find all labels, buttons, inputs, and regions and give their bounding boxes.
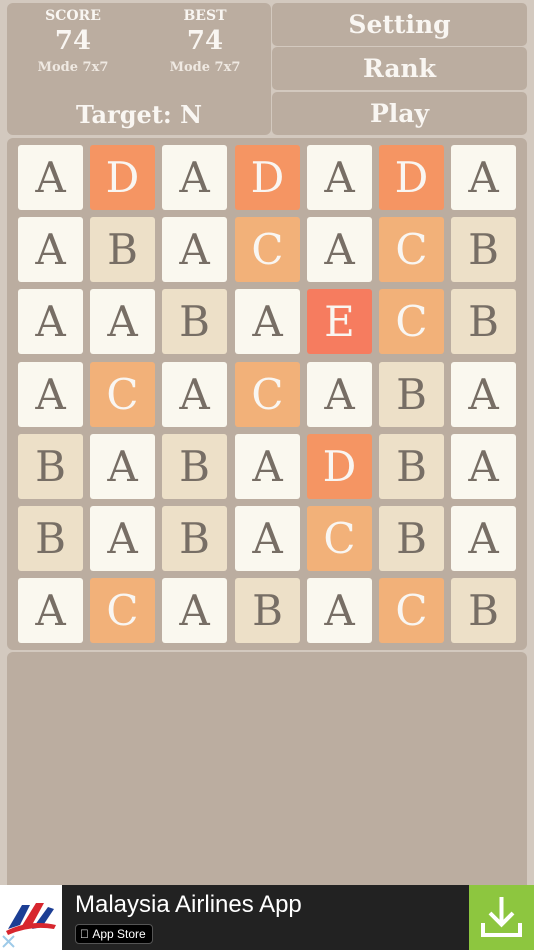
best-box: BEST 74 Mode 7x7 (139, 7, 271, 79)
tile[interactable]: D (379, 145, 444, 210)
game-board: ADADADAABACACBAABAECBACACABABABADBABABAC… (7, 138, 527, 650)
tile[interactable]: C (379, 217, 444, 282)
tile[interactable]: A (307, 362, 372, 427)
score-box: SCORE 74 Mode 7x7 (7, 7, 139, 79)
app-store-badge[interactable]:  App Store (75, 924, 153, 944)
target-label: Target: N (75, 100, 203, 129)
tile[interactable]: B (18, 434, 83, 499)
best-mode: Mode 7x7 (169, 60, 241, 75)
tile[interactable]: A (162, 217, 227, 282)
tile[interactable]: A (307, 578, 372, 643)
tile[interactable]: C (235, 362, 300, 427)
best-title: BEST (183, 8, 227, 24)
play-button[interactable]: Play (272, 92, 527, 135)
tile[interactable]: A (18, 362, 83, 427)
tile[interactable]: A (18, 217, 83, 282)
tile[interactable]: A (18, 578, 83, 643)
tile[interactable]: A (235, 506, 300, 571)
tile[interactable]: A (90, 289, 155, 354)
tile[interactable]: B (18, 506, 83, 571)
tile[interactable]: B (379, 506, 444, 571)
tile[interactable]: C (235, 217, 300, 282)
tile[interactable]: D (307, 434, 372, 499)
tile[interactable]: A (162, 362, 227, 427)
tile[interactable]: A (451, 362, 516, 427)
score-panel: SCORE 74 Mode 7x7 BEST 74 Mode 7x7 Targe… (7, 3, 271, 135)
tile[interactable]: B (90, 217, 155, 282)
best-value: 74 (186, 26, 224, 56)
tile[interactable]: B (451, 578, 516, 643)
ad-banner[interactable]: Malaysia Airlines App  App Store (0, 885, 534, 950)
ad-title[interactable]: Malaysia Airlines App (75, 889, 302, 921)
tile[interactable]: B (379, 434, 444, 499)
tile[interactable]: A (307, 145, 372, 210)
tile[interactable]: D (90, 145, 155, 210)
tile[interactable]: C (379, 578, 444, 643)
download-button[interactable] (469, 885, 534, 950)
tile[interactable]: C (307, 506, 372, 571)
app-store-label: App Store (80, 927, 145, 941)
tile[interactable]: A (90, 506, 155, 571)
tile[interactable]: A (162, 145, 227, 210)
tile[interactable]: A (235, 434, 300, 499)
tile[interactable]: C (90, 362, 155, 427)
tile[interactable]: B (451, 217, 516, 282)
tile[interactable]: A (18, 145, 83, 210)
tile[interactable]: B (162, 434, 227, 499)
setting-button[interactable]: Setting (272, 3, 527, 46)
score-mode: Mode 7x7 (37, 60, 109, 75)
tile[interactable]: A (451, 434, 516, 499)
score-title: SCORE (45, 8, 101, 24)
tile[interactable]: D (235, 145, 300, 210)
tile[interactable]: A (18, 289, 83, 354)
empty-panel (7, 652, 527, 885)
tile[interactable]: C (379, 289, 444, 354)
tile[interactable]: A (235, 289, 300, 354)
tile[interactable]: B (235, 578, 300, 643)
score-value: 74 (54, 26, 92, 56)
tile[interactable]: B (162, 289, 227, 354)
tile[interactable]: B (379, 362, 444, 427)
ad-close-icon[interactable] (0, 933, 17, 950)
apple-icon:  (80, 927, 89, 941)
download-icon (481, 897, 522, 937)
tile[interactable]: E (307, 289, 372, 354)
tile[interactable]: B (162, 506, 227, 571)
tile[interactable]: A (90, 434, 155, 499)
tile[interactable]: C (90, 578, 155, 643)
tile[interactable]: A (451, 145, 516, 210)
tile[interactable]: A (307, 217, 372, 282)
rank-button[interactable]: Rank (272, 47, 527, 90)
tile[interactable]: A (451, 506, 516, 571)
tile[interactable]: A (162, 578, 227, 643)
tile[interactable]: B (451, 289, 516, 354)
